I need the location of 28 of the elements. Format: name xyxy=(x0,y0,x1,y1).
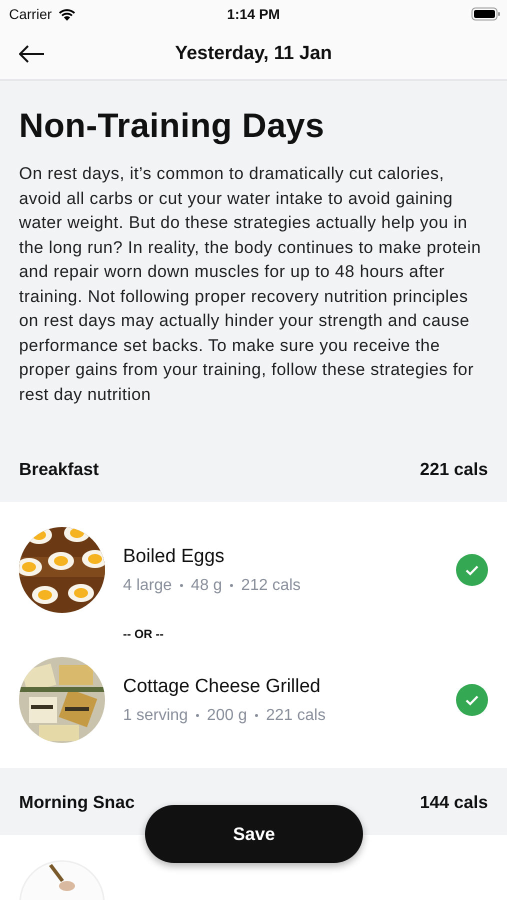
back-arrow-icon xyxy=(19,44,45,62)
or-divider: -- OR -- xyxy=(123,627,164,641)
meal-name: Breakfast xyxy=(19,458,99,480)
food-name: Cottage Cheese Grilled xyxy=(123,676,322,698)
meal-name: Morning Snac xyxy=(19,792,135,812)
meal-calories: 221 cals xyxy=(420,458,488,480)
separator-dot-icon xyxy=(196,714,199,717)
separator-dot-icon xyxy=(180,584,183,587)
battery-icon xyxy=(471,7,501,21)
check-icon[interactable] xyxy=(456,554,488,586)
food-detail: 221 cals xyxy=(266,706,326,724)
article-title: Non-Training Days xyxy=(19,107,326,146)
screen-title: Yesterday, 11 Jan xyxy=(174,42,332,64)
separator-dot-icon xyxy=(254,714,258,717)
carrier-name: Carrier xyxy=(9,6,52,22)
food-detail: 48 g xyxy=(190,576,222,594)
save-button[interactable]: Save xyxy=(145,805,363,863)
food-name: Boiled Eggs xyxy=(123,546,226,568)
food-detail: 4 large xyxy=(123,576,172,594)
food-detail: 212 cals xyxy=(241,576,301,594)
separator-dot-icon xyxy=(230,584,234,587)
food-detail: 200 g xyxy=(206,706,247,724)
food-detail: 1 serving xyxy=(123,706,188,724)
clock-time: 1:14 PM xyxy=(227,6,280,22)
wifi-icon xyxy=(58,8,76,20)
check-icon[interactable] xyxy=(456,684,488,716)
article-text: On rest days, it’s common to dramatically cut calories, avoid all carbs or cut your water intake to avoid gaining water weight. But do these strategies actually help you in the long run? In reality, the body continues to make protein and repair worn down muscles for up to 48 hours after training. Not following proper recovery nutrition principles on rest days may actually hinder your strength and cause performance set backs. To make sure you receive the proper gains from your training, follow these strategies for rest day nutrition xyxy=(19,163,482,406)
meal-calories: 144 cals xyxy=(420,792,488,812)
